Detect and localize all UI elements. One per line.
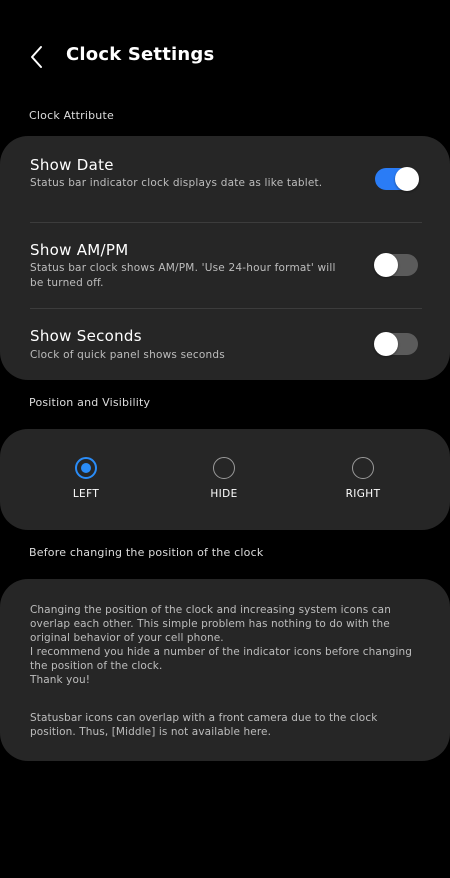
- position-card: LEFT HIDE RIGHT: [0, 429, 450, 530]
- radio-button-right[interactable]: [352, 457, 374, 479]
- toggle-knob: [374, 253, 398, 277]
- setting-row-show-date[interactable]: Show Date Status bar indicator clock dis…: [0, 136, 450, 222]
- header: Clock Settings: [0, 36, 450, 78]
- show-ampm-toggle[interactable]: [374, 253, 418, 277]
- section-label-clock-attribute: Clock Attribute: [29, 109, 114, 122]
- radio-left[interactable]: LEFT: [47, 457, 127, 507]
- radio-hide[interactable]: HIDE: [185, 457, 265, 507]
- setting-description: Status bar clock shows AM/PM. 'Use 24-ho…: [30, 262, 336, 289]
- setting-description: Clock of quick panel shows seconds: [30, 349, 225, 361]
- setting-title: Show Date: [30, 156, 114, 174]
- chevron-left-icon: [22, 40, 52, 74]
- radio-label-hide: HIDE: [210, 488, 238, 500]
- setting-row-show-seconds[interactable]: Show Seconds Clock of quick panel shows …: [0, 309, 450, 379]
- info-paragraph-2: Statusbar icons can overlap with a front…: [30, 712, 378, 738]
- radio-label-left: LEFT: [72, 488, 100, 500]
- page-title: Clock Settings: [66, 44, 215, 65]
- setting-description: Status bar indicator clock displays date…: [30, 177, 323, 189]
- setting-title: Show Seconds: [30, 327, 142, 345]
- clock-attribute-card: Show Date Status bar indicator clock dis…: [0, 136, 450, 380]
- back-button[interactable]: [22, 40, 52, 74]
- show-date-toggle[interactable]: [375, 167, 419, 191]
- radio-button-left[interactable]: [75, 457, 97, 479]
- radio-label-right: RIGHT: [345, 488, 381, 500]
- toggle-knob: [374, 332, 398, 356]
- setting-row-show-ampm[interactable]: Show AM/PM Status bar clock shows AM/PM.…: [0, 223, 450, 308]
- setting-title: Show AM/PM: [30, 241, 129, 259]
- section-label-before-changing: Before changing the position of the cloc…: [29, 546, 264, 559]
- info-paragraph-1: Changing the position of the clock and i…: [30, 604, 413, 686]
- radio-right[interactable]: RIGHT: [324, 457, 404, 507]
- section-label-position-visibility: Position and Visibility: [29, 396, 151, 409]
- toggle-knob: [395, 167, 419, 191]
- radio-button-hide[interactable]: [213, 457, 235, 479]
- info-card: Changing the position of the clock and i…: [0, 579, 450, 761]
- show-seconds-toggle[interactable]: [374, 332, 418, 356]
- radio-selected-dot: [81, 463, 91, 473]
